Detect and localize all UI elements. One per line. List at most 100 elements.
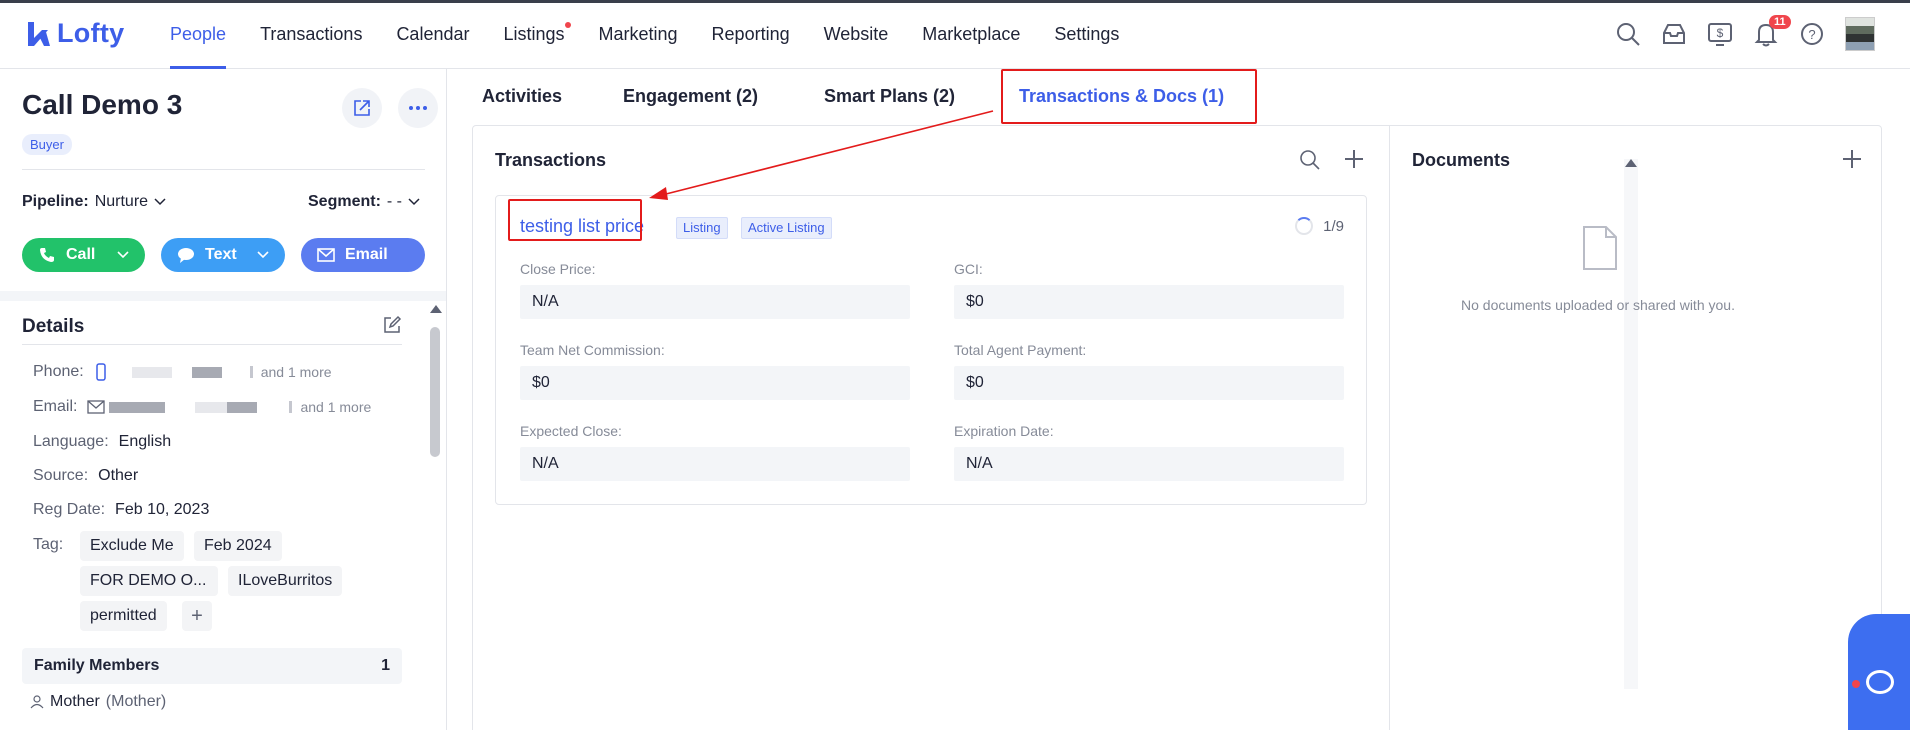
text-button[interactable]: Text [161, 238, 285, 272]
scroll-thumb[interactable] [430, 327, 440, 457]
envelope-icon [317, 248, 335, 262]
edit-icon[interactable] [382, 315, 402, 335]
more-options-button[interactable] [398, 88, 438, 128]
source-row: Source: Other [33, 467, 138, 485]
empty-document-icon [1583, 226, 1617, 270]
regdate-row: Reg Date: Feb 10, 2023 [33, 501, 209, 519]
chevron-down-icon[interactable] [117, 251, 129, 259]
progress-ring-icon [1295, 217, 1314, 235]
family-label: Family Members [34, 657, 160, 674]
main-content: Activities Engagement (2) Smart Plans (2… [448, 69, 1910, 730]
inbox-icon[interactable] [1661, 21, 1687, 47]
phone-icon [40, 248, 54, 262]
nav-people[interactable]: People [170, 0, 227, 69]
documents-scrollbar[interactable] [1624, 159, 1638, 689]
masked-value [195, 401, 228, 413]
help-icon[interactable]: ? [1799, 21, 1825, 47]
separator [249, 366, 253, 378]
mobile-phone-icon [95, 363, 106, 381]
tag-chip[interactable]: FOR DEMO O... [80, 566, 218, 596]
nav-website[interactable]: Website [824, 0, 889, 69]
search-icon[interactable] [1299, 149, 1321, 171]
documents-empty-message: No documents uploaded or shared with you… [1461, 297, 1735, 313]
pipeline-select[interactable]: Pipeline: Nurture [22, 193, 166, 211]
annotation-arrow [649, 110, 994, 200]
tag-chip[interactable]: Exclude Me [80, 531, 184, 561]
documents-heading: Documents [1412, 150, 1511, 170]
gci-value: $0 [954, 285, 1344, 319]
email-button[interactable]: Email [301, 238, 425, 272]
nav-listings[interactable]: Listings [503, 0, 571, 69]
field-label: Expected Close: [520, 423, 622, 439]
listings-notification-dot [564, 22, 571, 28]
search-icon[interactable] [1615, 21, 1641, 47]
details-heading: Details [22, 316, 85, 337]
expiration-value: N/A [954, 447, 1344, 481]
svg-text:$: $ [1717, 26, 1724, 40]
envelope-icon [87, 400, 106, 414]
expected-close-value: N/A [520, 447, 910, 481]
email-more-link[interactable]: and 1 more [300, 399, 371, 415]
section-separator [0, 291, 446, 301]
support-chat-widget[interactable] [1848, 614, 1910, 730]
add-tag-button[interactable]: + [182, 601, 212, 631]
scroll-up-arrow[interactable] [1625, 159, 1637, 167]
plus-icon[interactable] [1343, 148, 1365, 170]
family-member-item[interactable]: Mother (Mother) [30, 693, 166, 711]
divider [22, 344, 402, 345]
role-badge: Buyer [22, 134, 72, 155]
member-relation: (Mother) [105, 693, 167, 710]
scroll-up-arrow[interactable] [430, 305, 442, 313]
chevron-down-icon [408, 198, 420, 206]
chevron-down-icon[interactable] [257, 251, 269, 259]
close-price-value: N/A [520, 285, 910, 319]
chevron-down-icon [154, 198, 166, 206]
chat-icon [1866, 670, 1894, 694]
tag-chip[interactable]: ILoveBurritos [228, 566, 343, 596]
chat-notification-dot [1852, 680, 1860, 688]
text-label: Text [205, 246, 237, 263]
nav-calendar[interactable]: Calendar [396, 0, 469, 69]
left-scrollbar[interactable] [428, 305, 442, 730]
nav-reporting[interactable]: Reporting [712, 0, 790, 69]
masked-value [227, 401, 258, 413]
nav-marketplace[interactable]: Marketplace [922, 0, 1020, 69]
phone-row: Phone: and 1 more [33, 363, 332, 381]
phone-more-link[interactable]: and 1 more [261, 364, 332, 380]
divider [22, 169, 425, 170]
dollar-icon[interactable]: $ [1707, 21, 1733, 47]
segment-label: Segment: [308, 193, 381, 210]
nav-settings[interactable]: Settings [1054, 0, 1119, 69]
field-label: Expiration Date: [954, 423, 1054, 439]
nav-marketing[interactable]: Marketing [599, 0, 678, 69]
tag-chip[interactable]: permitted [80, 601, 167, 631]
share-icon [354, 100, 370, 116]
email-label: Email [345, 246, 388, 263]
share-button[interactable] [342, 88, 382, 128]
regdate-label: Reg Date: [33, 501, 106, 518]
nav-transactions[interactable]: Transactions [260, 0, 362, 69]
team-net-value: $0 [520, 366, 910, 400]
email-row: Email: and 1 more [33, 398, 371, 416]
contact-name: Call Demo 3 [22, 89, 183, 120]
notifications[interactable]: 11 [1753, 15, 1791, 47]
call-button[interactable]: Call [22, 238, 145, 272]
segment-select[interactable]: Segment: - - [308, 193, 420, 211]
source-value: Other [98, 467, 139, 484]
lofty-logo[interactable]: Lofty [25, 18, 124, 49]
email-label: Email: [33, 398, 78, 415]
tag-chip[interactable]: Feb 2024 [194, 531, 282, 561]
plus-icon[interactable] [1841, 148, 1863, 170]
segment-value: - - [386, 193, 403, 210]
family-members-header[interactable]: Family Members 1 [22, 648, 402, 684]
masked-value [109, 401, 166, 413]
top-navbar: Lofty People Transactions Calendar Listi… [0, 0, 1910, 69]
main-nav: People Transactions Calendar Listings Ma… [170, 0, 1153, 69]
tag-label: Tag: [33, 536, 64, 553]
language-row: Language: English [33, 433, 171, 451]
language-label: Language: [33, 433, 109, 450]
user-avatar[interactable] [1845, 17, 1875, 51]
notification-badge: 11 [1769, 15, 1791, 29]
column-divider [1389, 126, 1390, 730]
pipeline-label: Pipeline: [22, 193, 89, 210]
